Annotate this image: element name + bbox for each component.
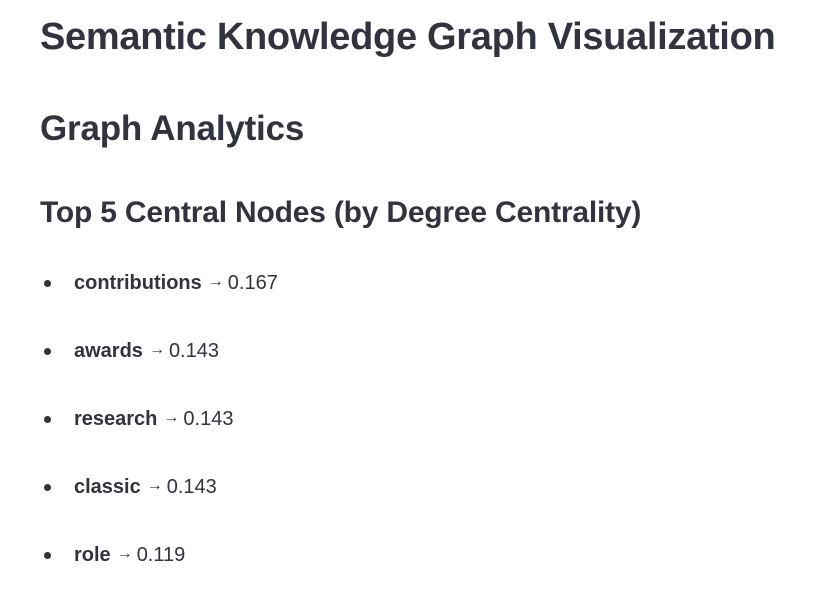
section-title: Graph Analytics (40, 109, 305, 148)
subsection-title: Top 5 Central Nodes (by Degree Centralit… (40, 196, 642, 229)
bullet-icon (44, 484, 51, 491)
node-name: research (74, 408, 158, 430)
node-score: 0.143 (168, 340, 219, 362)
bullet-icon (44, 416, 51, 423)
node-name: classic (74, 476, 141, 498)
bullet-icon (44, 348, 51, 355)
node-score: 0.143 (166, 476, 217, 498)
bullet-icon (44, 552, 51, 559)
bullet-icon (44, 280, 51, 287)
list-item: research → 0.143 (40, 400, 278, 468)
arrow-right-icon: → (148, 341, 165, 358)
node-score: 0.143 (183, 408, 234, 430)
node-name: contributions (74, 272, 202, 294)
arrow-right-icon: → (146, 477, 163, 494)
central-nodes-list: contributions → 0.167 awards → 0.143 res… (40, 264, 278, 604)
list-item: role → 0.119 (40, 536, 278, 604)
list-item: classic → 0.143 (40, 468, 278, 536)
arrow-right-icon: → (207, 273, 224, 290)
page-title: Semantic Knowledge Graph Visualization (40, 16, 776, 58)
node-score: 0.119 (136, 544, 186, 566)
list-item: contributions → 0.167 (40, 264, 278, 332)
node-name: awards (74, 340, 143, 362)
arrow-right-icon: → (163, 409, 180, 426)
node-name: role (74, 544, 111, 566)
arrow-right-icon: → (116, 545, 133, 562)
node-score: 0.167 (227, 272, 278, 294)
list-item: awards → 0.143 (40, 332, 278, 400)
